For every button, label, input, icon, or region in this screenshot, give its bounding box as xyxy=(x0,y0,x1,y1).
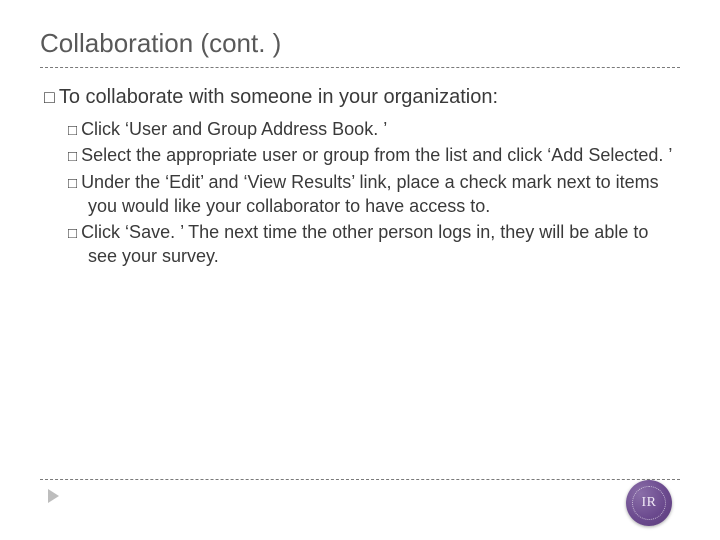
list-item-text: Click ‘Save. ’ The next time the other p… xyxy=(81,222,648,266)
square-bullet-icon: □ xyxy=(68,148,77,165)
square-bullet-icon: □ xyxy=(68,225,77,242)
slide-content: Collaboration (cont. ) □To collaborate w… xyxy=(0,0,720,291)
list-item-text: Under the ‘Edit’ and ‘View Results’ link… xyxy=(81,172,659,216)
logo-badge-inner: IR xyxy=(632,486,666,520)
list-item: □Click ‘User and Group Address Book. ’ xyxy=(68,117,680,141)
slide-title: Collaboration (cont. ) xyxy=(40,28,680,68)
list-item: □Select the appropriate user or group fr… xyxy=(68,143,680,167)
list-item-text: Click ‘User and Group Address Book. ’ xyxy=(81,119,387,139)
footer-divider xyxy=(40,479,680,480)
play-icon xyxy=(48,489,59,503)
outer-bullet-text: To collaborate with someone in your orga… xyxy=(59,86,498,108)
list-item: □Click ‘Save. ’ The next time the other … xyxy=(68,220,680,269)
list-item: □Under the ‘Edit’ and ‘View Results’ lin… xyxy=(68,170,680,219)
inner-list: □Click ‘User and Group Address Book. ’ □… xyxy=(40,117,680,269)
square-bullet-icon: □ xyxy=(44,87,55,107)
logo-badge: IR xyxy=(626,480,672,526)
list-item-text: Select the appropriate user or group fro… xyxy=(81,145,672,165)
logo-text: IR xyxy=(642,495,657,511)
square-bullet-icon: □ xyxy=(68,175,77,192)
outer-bullet-item: □To collaborate with someone in your org… xyxy=(40,86,680,109)
square-bullet-icon: □ xyxy=(68,122,77,139)
